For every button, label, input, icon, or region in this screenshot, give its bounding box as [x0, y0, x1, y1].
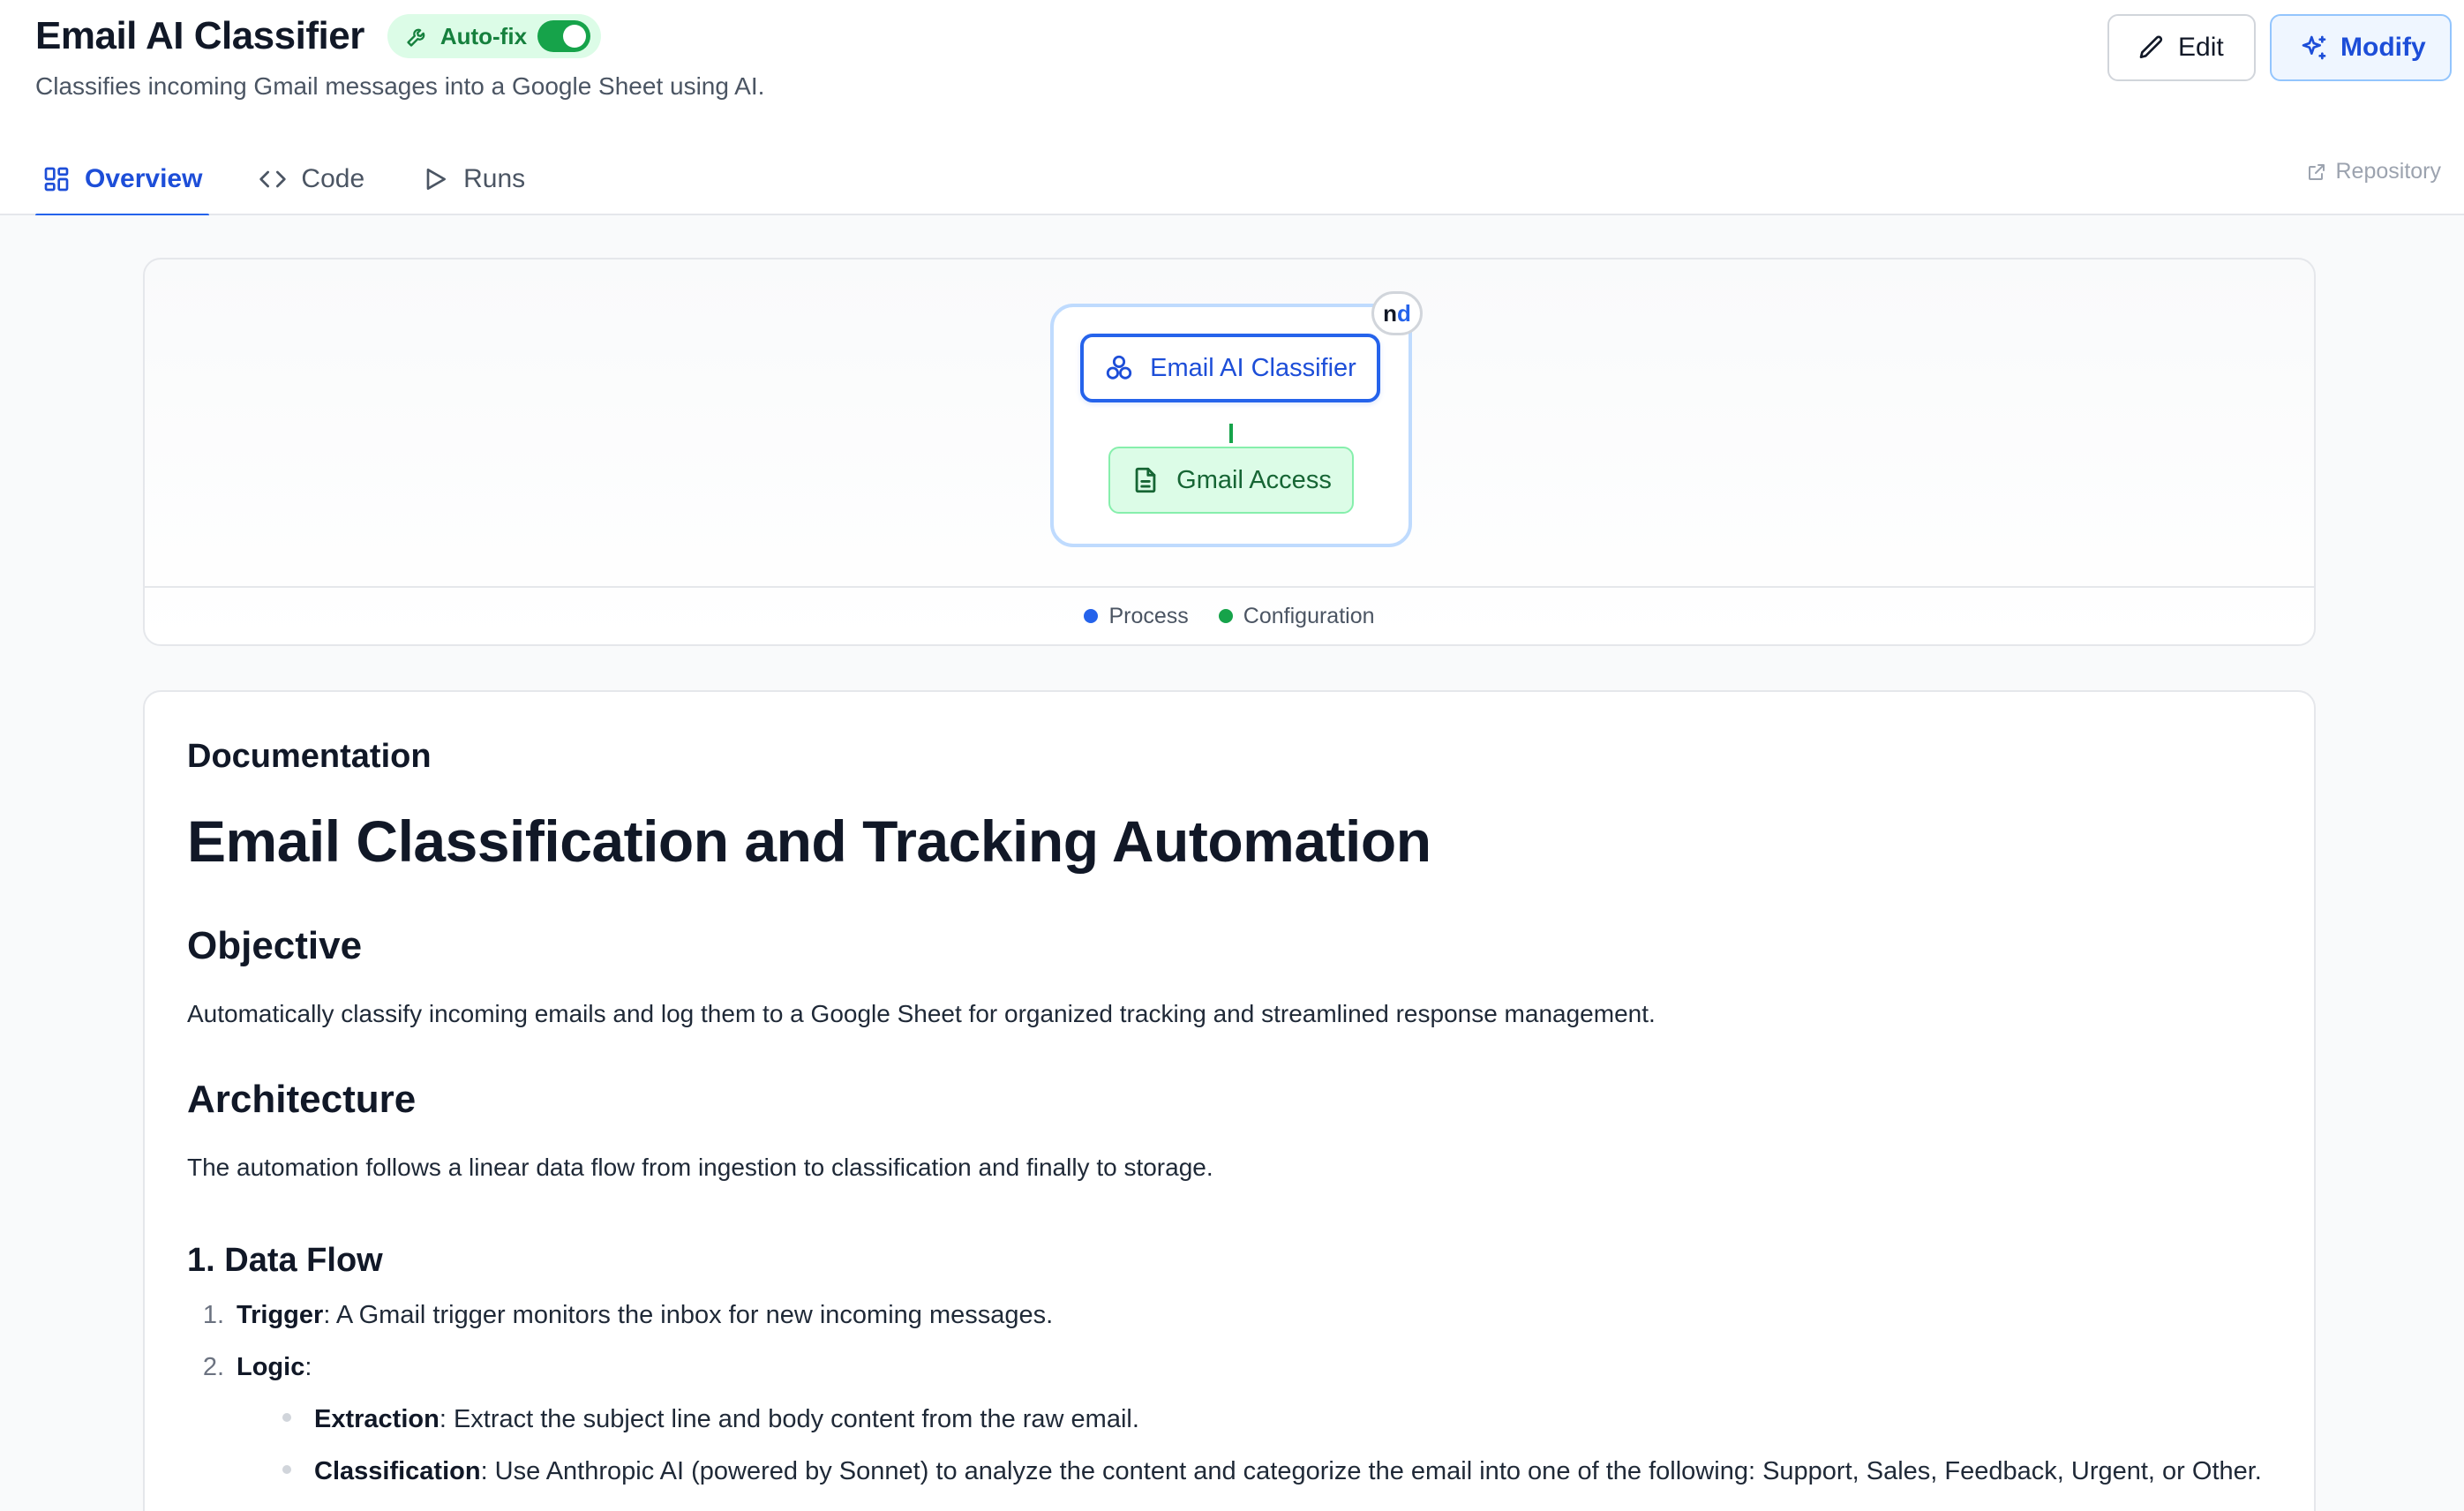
title-row: Email AI Classifier Auto-fix — [35, 14, 602, 58]
cluster-icon — [1104, 353, 1134, 383]
document-icon — [1131, 465, 1161, 495]
toggle-switch[interactable] — [537, 20, 591, 52]
code-icon — [259, 165, 287, 193]
legend-configuration: Configuration — [1218, 603, 1375, 629]
sparkles-icon — [2300, 34, 2328, 62]
diagram-legend: Process Configuration — [145, 586, 2314, 644]
bullet — [282, 1413, 291, 1422]
sublist-text: Classification: Use Anthropic AI (powere… — [314, 1457, 2262, 1486]
badge-d: d — [1397, 299, 1411, 327]
list-text: Logic: — [237, 1353, 312, 1382]
config-node-label: Gmail Access — [1176, 465, 1332, 494]
process-node-label: Email AI Classifier — [1150, 353, 1356, 382]
list-desc: : A Gmail trigger monitors the inbox for… — [323, 1301, 1054, 1329]
nd-badge: nd — [1371, 291, 1423, 335]
autofix-toggle[interactable]: Auto-fix — [387, 14, 602, 58]
sublist-desc: : Extract the subject line and body cont… — [439, 1405, 1139, 1433]
workflow-diagram: nd Email AI Classifier Gmail Access Proc… — [143, 258, 2316, 646]
badge-n: n — [1383, 299, 1397, 327]
sublist-item: Extraction: Extract the subject line and… — [282, 1405, 2272, 1434]
config-node[interactable]: Gmail Access — [1108, 447, 1354, 514]
documentation-label: Documentation — [187, 738, 432, 775]
list-item: 1. Trigger: A Gmail trigger monitors the… — [187, 1301, 2272, 1330]
repository-link[interactable]: Repository — [2306, 159, 2442, 184]
list-text: Trigger: A Gmail trigger monitors the in… — [237, 1301, 1053, 1330]
sublist-term: Extraction — [314, 1405, 439, 1433]
sublist-item: Classification: Use Anthropic AI (powere… — [282, 1457, 2272, 1486]
objective-text: Automatically classify incoming emails a… — [187, 1000, 1656, 1027]
wrench-icon — [405, 24, 430, 49]
edit-button[interactable]: Edit — [2107, 14, 2256, 81]
logic-sublist: Extraction: Extract the subject line and… — [282, 1405, 2272, 1486]
tab-code[interactable]: Code — [252, 143, 372, 215]
data-flow-list: 1. Trigger: A Gmail trigger monitors the… — [187, 1301, 2272, 1486]
doc-title: Email Classification and Tracking Automa… — [187, 808, 1431, 874]
grid-icon — [42, 165, 71, 193]
autofix-label: Auto-fix — [439, 22, 528, 49]
sublist-term: Classification — [314, 1457, 481, 1485]
documentation-card: Documentation Email Classification and T… — [143, 690, 2316, 1511]
list-number: 2. — [202, 1353, 224, 1381]
list-number: 1. — [202, 1301, 224, 1329]
toggle-knob — [563, 25, 587, 48]
page-header: Email AI Classifier Auto-fix Classifies … — [0, 0, 2464, 217]
legend-process-dot — [1084, 609, 1099, 623]
modify-button-label: Modify — [2340, 33, 2426, 62]
tab-overview-label: Overview — [85, 164, 203, 193]
data-flow-heading: 1. Data Flow — [187, 1242, 383, 1279]
tab-runs-label: Runs — [463, 164, 526, 193]
list-term: Trigger — [237, 1301, 324, 1329]
process-node[interactable]: Email AI Classifier — [1080, 334, 1380, 402]
architecture-heading: Architecture — [187, 1078, 417, 1121]
repository-link-label: Repository — [2335, 159, 2442, 184]
legend-process-label: Process — [1108, 603, 1189, 628]
objective-heading: Objective — [187, 924, 363, 967]
legend-configuration-dot — [1218, 609, 1233, 623]
node-connector — [1229, 424, 1233, 443]
list-term: Logic — [237, 1353, 305, 1381]
edit-button-label: Edit — [2178, 33, 2224, 62]
legend-configuration-label: Configuration — [1243, 603, 1375, 628]
sublist-text: Extraction: Extract the subject line and… — [314, 1405, 1139, 1434]
modify-button[interactable]: Modify — [2270, 14, 2452, 81]
tab-overview[interactable]: Overview — [35, 143, 210, 217]
tab-bar: Overview Code Runs — [35, 143, 575, 217]
list-item: 2. Logic: — [187, 1353, 2272, 1382]
legend-process: Process — [1084, 603, 1189, 629]
architecture-text: The automation follows a linear data flo… — [187, 1154, 1213, 1181]
sublist-desc: : Use Anthropic AI (powered by Sonnet) t… — [480, 1457, 2262, 1485]
bullet — [282, 1465, 291, 1474]
external-link-icon — [2306, 162, 2327, 183]
page-subtitle: Classifies incoming Gmail messages into … — [35, 72, 765, 100]
tab-code-label: Code — [301, 164, 365, 193]
pencil-icon — [2137, 34, 2166, 62]
play-icon — [421, 165, 449, 193]
list-desc: : — [304, 1353, 312, 1381]
app-root: Email AI Classifier Auto-fix Classifies … — [0, 0, 2464, 1511]
main-content: nd Email AI Classifier Gmail Access Proc… — [0, 215, 2464, 1511]
page-title: Email AI Classifier — [35, 14, 364, 57]
tab-runs[interactable]: Runs — [414, 143, 532, 215]
